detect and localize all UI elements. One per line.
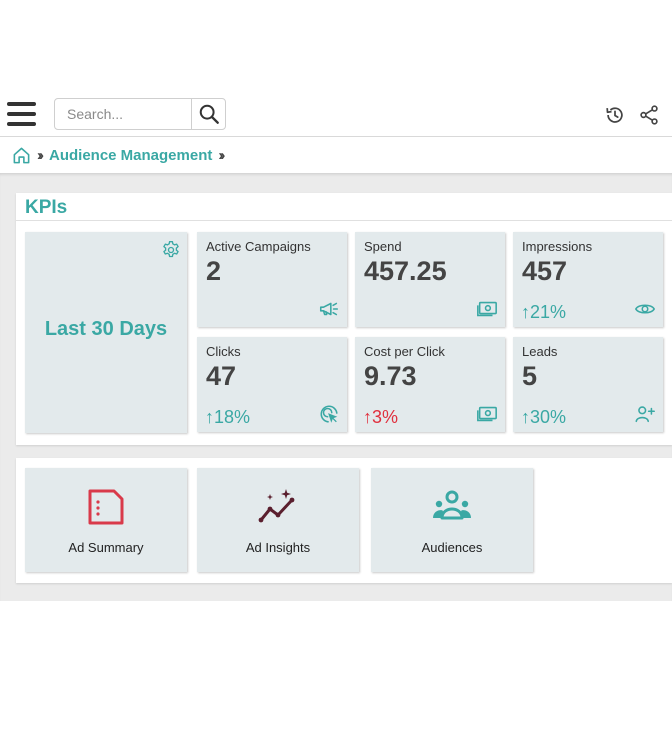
menu-icon[interactable] xyxy=(7,102,36,126)
nav-card-audiences[interactable]: Audiences xyxy=(371,468,533,572)
share-icon[interactable] xyxy=(638,104,660,126)
nav-card-ad-summary[interactable]: Ad Summary xyxy=(25,468,187,572)
kpi-value: 9.73 xyxy=(364,361,417,391)
kpi-change: ↑3% xyxy=(363,407,399,427)
insights-chart-icon xyxy=(258,489,295,523)
kpi-label: Impressions xyxy=(522,239,593,254)
arrow-up-icon: ↑ xyxy=(521,407,530,427)
kpi-label: Cost per Click xyxy=(364,344,445,359)
kpi-panel: KPIs Last 30 Days Active Campaigns 2 Spe… xyxy=(16,193,672,445)
kpi-label: Leads xyxy=(522,344,558,359)
date-range-card[interactable]: Last 30 Days xyxy=(25,232,187,433)
eye-icon xyxy=(634,304,656,314)
breadcrumb: ›› Audience Management ›› xyxy=(0,138,672,172)
kpi-value: 457.25 xyxy=(364,256,447,286)
nav-card-ad-insights[interactable]: Ad Insights xyxy=(197,468,359,572)
search-icon xyxy=(199,104,219,124)
click-icon xyxy=(320,405,338,423)
kpi-value: 5 xyxy=(522,361,538,391)
document-icon xyxy=(88,489,124,525)
kpi-card-cost-per-click[interactable]: Cost per Click 9.73 ↑3% xyxy=(355,337,505,432)
kpi-change: ↑21% xyxy=(521,302,567,322)
date-range-label: Last 30 Days xyxy=(44,318,168,340)
home-icon[interactable] xyxy=(12,146,31,165)
breadcrumb-separator-icon: ›› xyxy=(218,146,225,164)
arrow-up-icon: ↑ xyxy=(363,407,372,427)
kpi-card-clicks[interactable]: Clicks 47 ↑18% xyxy=(197,337,347,432)
megaphone-icon xyxy=(319,302,339,316)
breadcrumb-item-audience-management[interactable]: Audience Management xyxy=(49,147,212,164)
top-bar xyxy=(0,92,672,137)
divider xyxy=(16,220,672,221)
kpi-label: Clicks xyxy=(206,344,241,359)
users-group-icon xyxy=(433,490,471,520)
arrow-up-icon: ↑ xyxy=(205,407,214,427)
kpi-card-impressions[interactable]: Impressions 457 ↑21% xyxy=(513,232,663,327)
nav-card-label: Ad Insights xyxy=(245,540,311,555)
kpi-value: 2 xyxy=(206,256,222,286)
history-icon[interactable] xyxy=(604,104,626,126)
search-button[interactable] xyxy=(191,99,225,129)
search-box xyxy=(54,98,226,130)
breadcrumb-separator-icon: ›› xyxy=(37,146,44,164)
nav-card-label: Audiences xyxy=(421,540,483,555)
kpi-label: Spend xyxy=(364,239,402,254)
kpi-value: 47 xyxy=(206,361,237,391)
money-icon xyxy=(477,406,497,422)
kpi-change: ↑30% xyxy=(521,407,567,427)
gear-icon[interactable] xyxy=(161,240,181,260)
search-input[interactable] xyxy=(55,99,191,129)
kpi-value: 457 xyxy=(522,256,568,286)
kpi-card-leads[interactable]: Leads 5 ↑30% xyxy=(513,337,663,432)
kpi-panel-title: KPIs xyxy=(25,197,68,218)
add-user-icon xyxy=(635,406,655,423)
money-icon xyxy=(477,301,497,317)
kpi-card-active-campaigns[interactable]: Active Campaigns 2 xyxy=(197,232,347,327)
kpi-label: Active Campaigns xyxy=(206,239,311,254)
kpi-change: ↑18% xyxy=(205,407,251,427)
arrow-up-icon: ↑ xyxy=(521,302,530,322)
kpi-card-spend[interactable]: Spend 457.25 xyxy=(355,232,505,327)
navigation-panel: Ad Summary Ad Insights Audiences xyxy=(16,458,672,583)
nav-card-label: Ad Summary xyxy=(68,540,144,555)
